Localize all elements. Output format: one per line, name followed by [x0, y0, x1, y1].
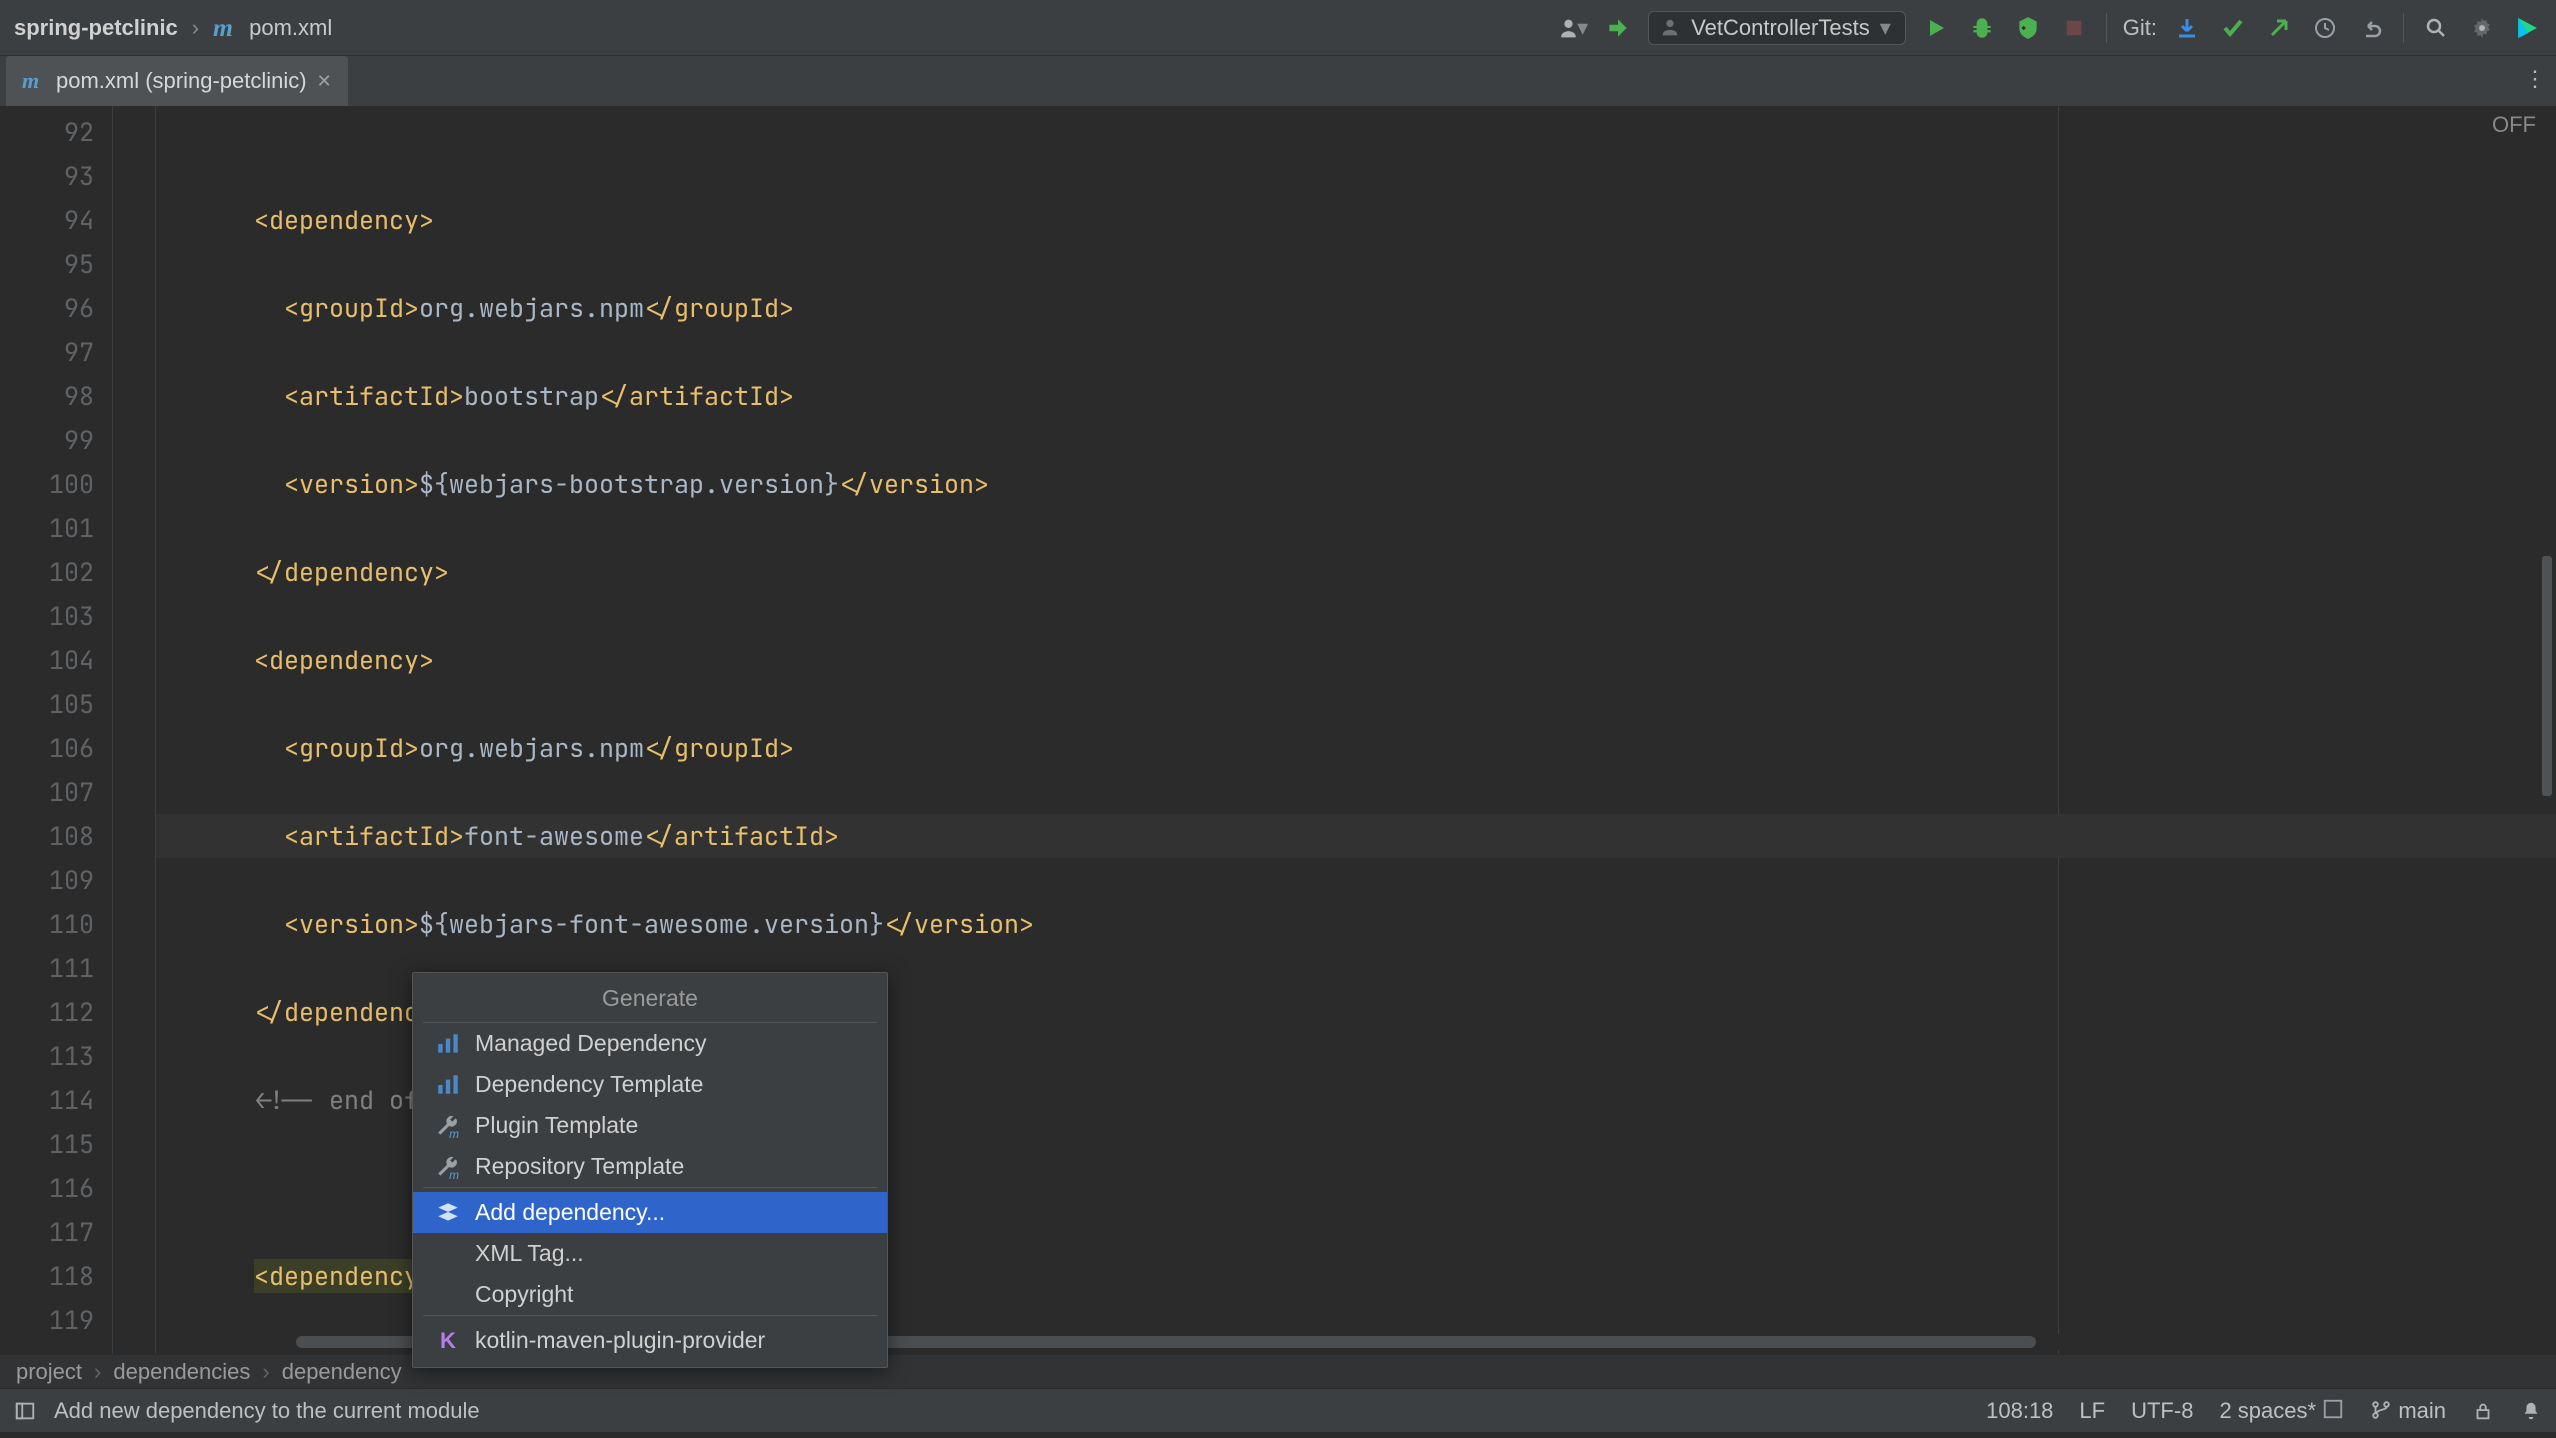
popup-item-repository-template[interactable]: m Repository Template — [413, 1146, 887, 1187]
chevron-right-icon: › — [192, 15, 199, 41]
bell-icon[interactable] — [2520, 1400, 2542, 1422]
jetbrains-logo-icon[interactable] — [2512, 13, 2542, 43]
line-separator[interactable]: LF — [2079, 1398, 2105, 1424]
undo-icon[interactable] — [2355, 12, 2387, 44]
error-stripe[interactable] — [2538, 106, 2556, 1354]
editor-tabs: m pom.xml (spring-petclinic) ✕ ⋮ — [0, 56, 2556, 106]
tab-label: pom.xml (spring-petclinic) — [56, 68, 307, 94]
lock-icon[interactable] — [2472, 1400, 2494, 1422]
svg-text:m: m — [213, 14, 233, 42]
kotlin-icon: K — [435, 1328, 461, 1354]
git-branch[interactable]: main — [2370, 1398, 2446, 1424]
search-icon[interactable] — [2420, 12, 2452, 44]
coverage-icon[interactable] — [2012, 12, 2044, 44]
tool-window-icon[interactable] — [14, 1400, 36, 1422]
editor-breadcrumbs[interactable]: project › dependencies › dependency — [0, 1354, 2556, 1388]
more-icon[interactable]: ⋮ — [2524, 66, 2546, 92]
project-name[interactable]: spring-petclinic — [14, 15, 178, 41]
inspection-off-badge[interactable]: OFF — [2492, 112, 2536, 138]
debug-icon[interactable] — [1966, 12, 1998, 44]
wrench-icon: m — [435, 1154, 461, 1180]
file-encoding[interactable]: UTF-8 — [2131, 1398, 2193, 1424]
run-config-label: VetControllerTests — [1691, 15, 1870, 41]
git-push-icon[interactable] — [2263, 12, 2295, 44]
line-number-gutter: 92939495 96979899 100101102103 104105106… — [0, 106, 104, 1354]
code-with-me-icon[interactable]: ▾ — [1556, 12, 1588, 44]
gear-icon[interactable] — [2466, 12, 2498, 44]
popup-title: Generate — [413, 979, 887, 1022]
svg-text:m: m — [22, 69, 39, 93]
svg-text:m: m — [449, 1126, 459, 1138]
git-label: Git: — [2123, 15, 2157, 41]
popup-item-plugin-template[interactable]: m Plugin Template — [413, 1105, 887, 1146]
stack-icon — [435, 1200, 461, 1226]
popup-item-dependency-template[interactable]: Dependency Template — [413, 1064, 887, 1105]
popup-item-managed-dependency[interactable]: Managed Dependency — [413, 1023, 887, 1064]
fold-gutter[interactable] — [104, 106, 156, 1354]
close-icon[interactable]: ✕ — [317, 71, 332, 92]
svg-text:m: m — [449, 1167, 459, 1179]
git-pull-icon[interactable] — [2171, 12, 2203, 44]
file-name[interactable]: pom.xml — [249, 15, 332, 41]
git-commit-icon[interactable] — [2217, 12, 2249, 44]
caret-position[interactable]: 108:18 — [1986, 1398, 2053, 1424]
crumb[interactable]: project — [16, 1359, 82, 1385]
indent-settings[interactable]: 2 spaces* — [2219, 1398, 2344, 1424]
maven-icon: m — [213, 14, 241, 42]
wrench-icon: m — [435, 1113, 461, 1139]
maven-icon: m — [22, 69, 46, 93]
crumb[interactable]: dependencies — [113, 1359, 250, 1385]
navigation-bar: spring-petclinic › m pom.xml ▾ VetContro… — [0, 0, 2556, 56]
crumb[interactable]: dependency — [282, 1359, 402, 1385]
separator — [2106, 13, 2107, 43]
bars-icon — [435, 1031, 461, 1057]
popup-item-kotlin-plugin[interactable]: K kotlin-maven-plugin-provider — [413, 1320, 887, 1361]
run-config-selector[interactable]: VetControllerTests ▾ — [1648, 11, 1906, 45]
popup-item-add-dependency[interactable]: Add dependency... — [413, 1192, 887, 1233]
breadcrumb-path: spring-petclinic › m pom.xml — [14, 14, 332, 42]
build-icon[interactable] — [1602, 12, 1634, 44]
run-icon[interactable] — [1920, 12, 1952, 44]
separator — [2403, 13, 2404, 43]
editor-tab[interactable]: m pom.xml (spring-petclinic) ✕ — [6, 56, 348, 106]
bars-icon — [435, 1072, 461, 1098]
popup-item-copyright[interactable]: Copyright — [413, 1274, 887, 1315]
chevron-right-icon: › — [262, 1359, 269, 1385]
editor[interactable]: OFF 92939495 96979899 100101102103 10410… — [0, 106, 2556, 1354]
history-icon[interactable] — [2309, 12, 2341, 44]
popup-item-xml-tag[interactable]: XML Tag... — [413, 1233, 887, 1274]
generate-popup: Generate Managed Dependency Dependency T… — [412, 972, 888, 1368]
stop-icon[interactable] — [2058, 12, 2090, 44]
status-hint: Add new dependency to the current module — [54, 1398, 480, 1424]
chevron-right-icon: › — [94, 1359, 101, 1385]
status-bar: Add new dependency to the current module… — [0, 1388, 2556, 1432]
